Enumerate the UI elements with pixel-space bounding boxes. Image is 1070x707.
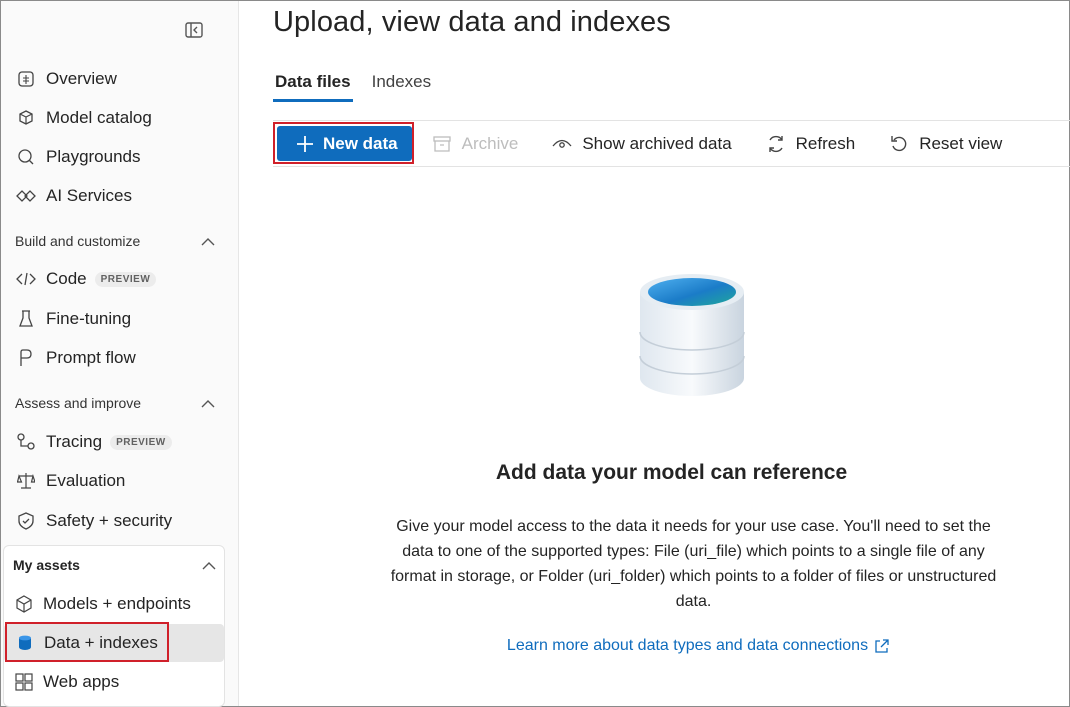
sidebar-item-prompt-flow[interactable]: Prompt flow <box>1 339 239 377</box>
sidebar-collapse-icon[interactable] <box>183 19 205 41</box>
empty-state-title: Add data your model can reference <box>495 461 848 484</box>
sidebar-item-label: Prompt flow <box>46 348 136 367</box>
highlight-box-data-indexes <box>5 622 169 662</box>
tab-indexes[interactable]: Indexes <box>370 68 434 102</box>
database-illustration <box>638 270 746 400</box>
tab-list: Data files Indexes <box>273 68 450 102</box>
sidebar-item-label: Code <box>46 269 87 288</box>
reset-icon <box>889 134 909 154</box>
chat-icon <box>15 146 37 168</box>
code-icon <box>15 268 37 290</box>
external-link-icon <box>874 638 889 654</box>
section-label: Build and customize <box>15 233 141 249</box>
learn-more-link[interactable]: Learn more about data types and data con… <box>273 637 1070 655</box>
flow-icon <box>15 347 37 369</box>
show-archived-button[interactable]: Show archived data <box>552 121 732 166</box>
refresh-button[interactable]: Refresh <box>766 121 856 166</box>
learn-more-label: Learn more about data types and data con… <box>506 637 869 654</box>
sidebar-item-models-endpoints[interactable]: Models + endpoints <box>3 585 225 623</box>
archive-button[interactable]: Archive <box>432 121 519 166</box>
sidebar-item-fine-tuning[interactable]: Fine-tuning <box>1 300 239 338</box>
archive-icon <box>432 134 452 154</box>
scale-icon <box>15 470 37 492</box>
reset-view-label: Reset view <box>919 133 1003 153</box>
sidebar-item-label: Overview <box>46 69 117 88</box>
tab-data-files[interactable]: Data files <box>273 68 353 102</box>
section-label: My assets <box>13 557 80 573</box>
sidebar-item-label: Fine-tuning <box>46 309 132 328</box>
sidebar-item-safety-security[interactable]: Safety + security <box>1 502 239 540</box>
sidebar-item-label: Safety + security <box>46 511 173 530</box>
sidebar-item-label: Tracing <box>46 432 103 451</box>
eye-icon <box>552 134 572 154</box>
flask-icon <box>15 308 37 330</box>
sidebar: Overview Model catalog Playgrounds AI Se… <box>1 1 239 707</box>
sidebar-item-code[interactable]: Code PREVIEW <box>1 260 239 298</box>
refresh-label: Refresh <box>795 133 856 153</box>
cube-stack-icon <box>15 107 37 129</box>
highlight-box-new-data <box>273 122 414 164</box>
sidebar-item-web-apps[interactable]: Web apps <box>3 663 225 701</box>
grid-icon <box>15 68 37 90</box>
sidebar-item-label: Web apps <box>43 672 120 691</box>
refresh-icon <box>766 134 786 154</box>
sidebar-item-label: Model catalog <box>46 108 152 127</box>
section-assess-and-improve[interactable]: Assess and improve <box>15 388 215 418</box>
sidebar-item-tracing[interactable]: Tracing PREVIEW <box>1 423 239 461</box>
sidebar-item-playgrounds[interactable]: Playgrounds <box>1 138 239 176</box>
reset-view-button[interactable]: Reset view <box>889 121 1002 166</box>
show-archived-label: Show archived data <box>582 133 732 153</box>
preview-badge: PREVIEW <box>94 271 157 287</box>
sidebar-item-label: Models + endpoints <box>43 594 191 613</box>
empty-state-description: Give your model access to the data it ne… <box>390 518 997 610</box>
shield-icon <box>15 510 37 532</box>
sidebar-item-model-catalog[interactable]: Model catalog <box>1 99 239 137</box>
chevron-up-icon <box>201 233 215 249</box>
chevron-up-icon <box>202 557 216 573</box>
section-my-assets[interactable]: My assets <box>13 550 216 580</box>
sidebar-item-label: Evaluation <box>46 471 126 490</box>
sidebar-item-label: AI Services <box>46 186 132 205</box>
diamond-link-icon <box>15 185 37 207</box>
chevron-up-icon <box>201 395 215 411</box>
apps-icon <box>13 671 35 693</box>
section-label: Assess and improve <box>15 395 142 411</box>
preview-badge: PREVIEW <box>110 434 172 450</box>
tracing-icon <box>15 431 37 453</box>
archive-label: Archive <box>461 133 519 153</box>
sidebar-item-evaluation[interactable]: Evaluation <box>1 462 239 500</box>
section-build-and-customize[interactable]: Build and customize <box>15 226 215 256</box>
cube-icon <box>13 593 35 615</box>
page-title: Upload, view data and indexes <box>273 6 671 38</box>
sidebar-item-overview[interactable]: Overview <box>1 60 239 98</box>
sidebar-item-ai-services[interactable]: AI Services <box>1 177 239 215</box>
sidebar-item-label: Playgrounds <box>46 147 141 166</box>
